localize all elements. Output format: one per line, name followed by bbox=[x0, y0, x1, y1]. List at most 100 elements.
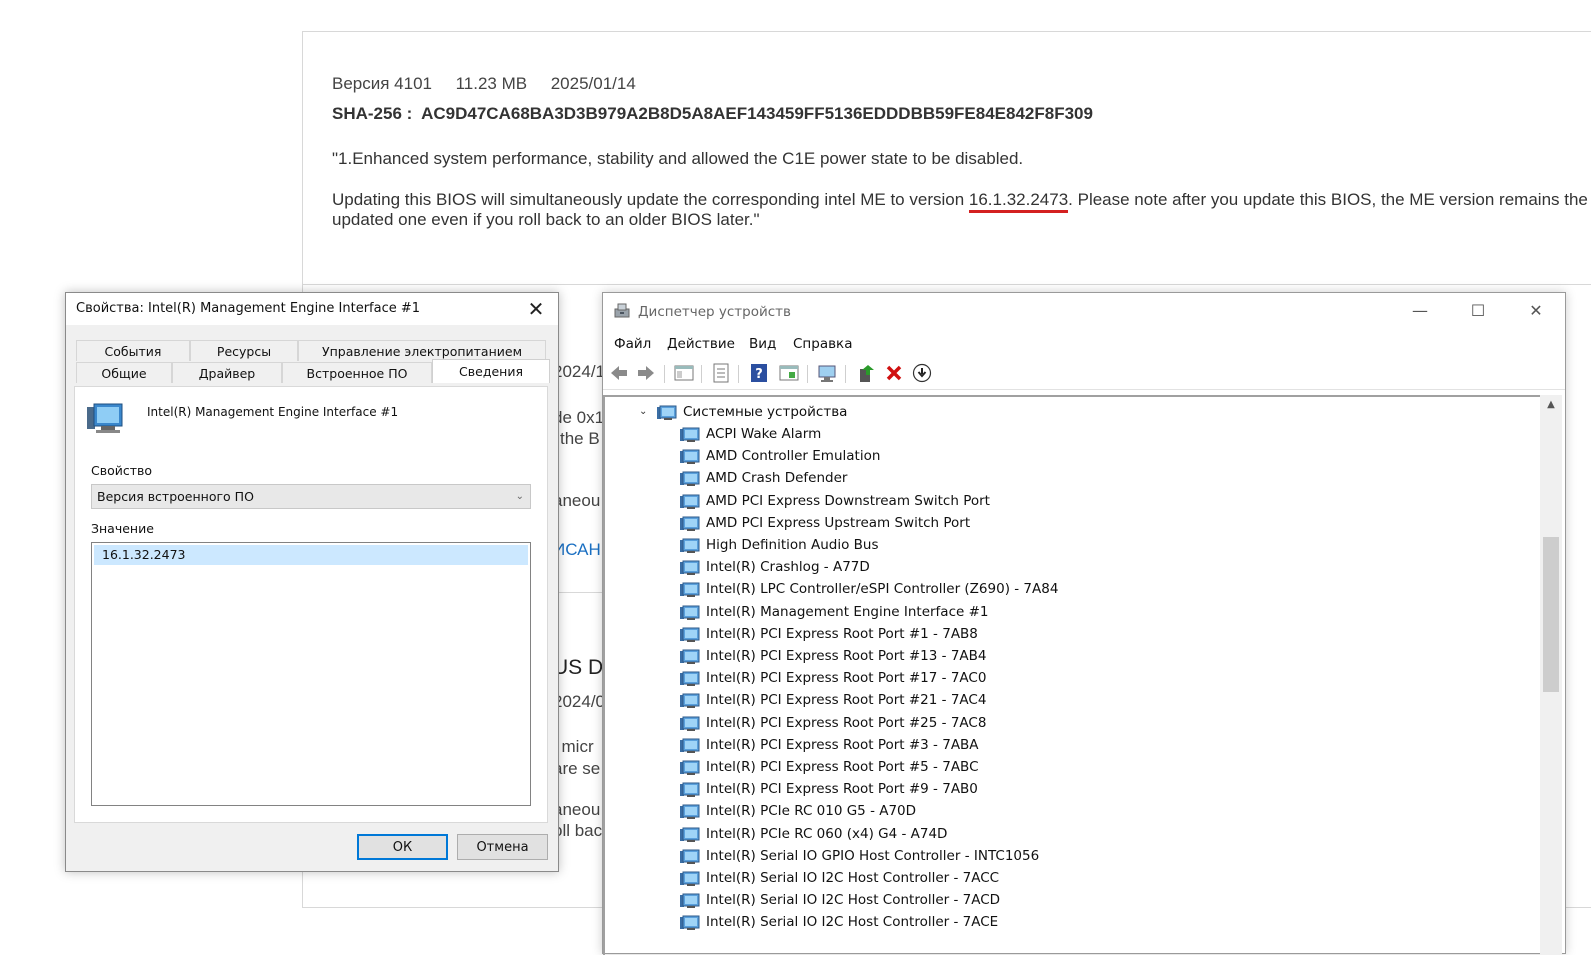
system-device-icon bbox=[680, 605, 700, 620]
system-device-icon bbox=[680, 671, 700, 687]
ok-button[interactable]: ОК bbox=[357, 834, 448, 860]
cancel-button[interactable]: Отмена bbox=[457, 834, 548, 860]
property-dropdown-value: Версия встроенного ПО bbox=[97, 489, 254, 504]
title-bar[interactable]: Свойства: Intel(R) Management Engine Int… bbox=[66, 293, 558, 325]
system-device-icon bbox=[680, 915, 700, 931]
device-label: Intel(R) PCI Express Root Port #5 - 7ABC bbox=[706, 759, 979, 775]
menu-file[interactable]: Файл bbox=[614, 336, 651, 352]
properties-dialog: Свойства: Intel(R) Management Engine Int… bbox=[65, 292, 559, 872]
partial-text: 2024/0 bbox=[553, 692, 605, 711]
scan-hardware-icon[interactable] bbox=[817, 363, 837, 383]
partial-link[interactable]: ИСАН bbox=[553, 540, 601, 560]
device-label: ACPI Wake Alarm bbox=[706, 426, 822, 442]
device-label: Intel(R) PCI Express Root Port #13 - 7AB… bbox=[706, 648, 987, 664]
menu-help[interactable]: Справка bbox=[793, 336, 852, 352]
chevron-down-icon[interactable]: ⌄ bbox=[639, 401, 647, 423]
tab-events[interactable]: События bbox=[76, 340, 190, 361]
dialog-title: Свойства: Intel(R) Management Engine Int… bbox=[76, 301, 421, 316]
value-list[interactable]: 16.1.32.2473 bbox=[91, 542, 531, 806]
device-name: Intel(R) Management Engine Interface #1 bbox=[147, 405, 399, 419]
toolbar-separator bbox=[701, 365, 702, 383]
partial-text: de 0x1 bbox=[553, 408, 605, 427]
window-title: Диспетчер устройств bbox=[638, 304, 792, 320]
show-hide-console-tree-icon[interactable] bbox=[674, 363, 694, 383]
system-device-icon bbox=[680, 471, 700, 487]
title-bar[interactable]: Диспетчер устройств — ☐ ✕ bbox=[603, 293, 1565, 329]
minimize-icon[interactable]: — bbox=[1391, 293, 1449, 329]
system-devices-icon bbox=[657, 405, 677, 420]
tab-general[interactable]: Общие bbox=[76, 362, 172, 383]
forward-arrow-icon[interactable] bbox=[636, 363, 656, 383]
property-label: Свойство bbox=[91, 463, 153, 478]
system-device-icon bbox=[680, 538, 700, 553]
system-device-icon bbox=[680, 760, 700, 775]
system-device-icon bbox=[680, 871, 700, 886]
toolbar-separator bbox=[845, 365, 846, 383]
system-device-icon bbox=[680, 693, 700, 709]
system-device-icon bbox=[680, 494, 700, 509]
maximize-icon[interactable]: ☐ bbox=[1449, 293, 1507, 329]
menu-view[interactable]: Вид bbox=[749, 336, 776, 352]
category-label: Системные устройства bbox=[683, 404, 848, 420]
system-device-icon bbox=[680, 516, 700, 531]
tab-firmware[interactable]: Встроенное ПО bbox=[282, 362, 432, 383]
chevron-down-icon: ⌄ bbox=[515, 491, 524, 502]
device-label: Intel(R) Serial IO I2C Host Controller -… bbox=[706, 914, 999, 931]
close-icon[interactable]: ✕ bbox=[514, 293, 558, 325]
system-device-icon bbox=[680, 849, 700, 864]
property-dropdown[interactable]: Версия встроенного ПО ⌄ bbox=[91, 484, 531, 509]
partial-text: aneou bbox=[553, 800, 601, 819]
tab-details[interactable]: Сведения bbox=[432, 359, 550, 383]
scrollbar-thumb[interactable] bbox=[1543, 537, 1559, 692]
disable-device-icon[interactable] bbox=[912, 363, 932, 383]
device-label: AMD PCI Express Upstream Switch Port bbox=[706, 514, 971, 531]
partial-text: l micr bbox=[553, 737, 594, 756]
properties-icon[interactable] bbox=[711, 363, 731, 383]
system-device-icon bbox=[680, 782, 700, 798]
toolbar: ? bbox=[603, 357, 1565, 390]
device-label: Intel(R) PCI Express Root Port #17 - 7AC… bbox=[706, 670, 987, 687]
partial-text: the B bbox=[560, 429, 600, 448]
back-arrow-icon[interactable] bbox=[609, 363, 629, 383]
toolbar-separator bbox=[807, 365, 808, 383]
close-icon[interactable]: ✕ bbox=[1507, 293, 1565, 329]
device-label: AMD Crash Defender bbox=[706, 470, 848, 487]
toolbar-separator bbox=[738, 365, 739, 383]
device-tree: ⌄ Системные устройства ACPI Wake Alarm AM… bbox=[603, 395, 1540, 955]
device-label: Intel(R) PCI Express Root Port #3 - 7ABA bbox=[706, 736, 979, 753]
menu-action[interactable]: Действие bbox=[667, 336, 735, 352]
device-label: AMD PCI Express Downstream Switch Port bbox=[706, 492, 990, 509]
system-device-icon bbox=[680, 560, 700, 576]
system-device-icon bbox=[680, 893, 700, 909]
tab-resources[interactable]: Ресурсы bbox=[190, 340, 298, 361]
uninstall-device-icon[interactable] bbox=[884, 363, 904, 383]
device-manager-icon bbox=[614, 303, 630, 318]
device-label: Intel(R) PCIe RC 010 G5 - A70D bbox=[706, 803, 917, 820]
bios-version-line: Версия 4101 11.23 MB 2025/01/14 bbox=[332, 74, 636, 93]
partial-text: aneou bbox=[553, 491, 601, 510]
show-view-icon[interactable] bbox=[779, 363, 799, 383]
tab-row-bottom: Общие Драйвер Встроенное ПО Сведения bbox=[76, 359, 550, 383]
device-label: Intel(R) PCI Express Root Port #21 - 7AC… bbox=[706, 692, 987, 709]
system-device-icon bbox=[680, 449, 700, 465]
bios-description-line1: "1.Enhanced system performance, stabilit… bbox=[332, 149, 1024, 168]
partial-text: are se bbox=[553, 759, 601, 778]
help-icon[interactable]: ? bbox=[749, 363, 769, 383]
device-label: Intel(R) PCI Express Root Port #9 - 7AB0 bbox=[706, 781, 978, 798]
value-label: Значение bbox=[91, 521, 154, 536]
system-device-icon bbox=[680, 427, 700, 442]
tab-power-management[interactable]: Управление электропитанием bbox=[298, 340, 546, 361]
device-icon bbox=[87, 403, 123, 433]
me-version-highlight: 16.1.32.2473 bbox=[968, 190, 1069, 213]
scroll-up-icon[interactable]: ▲ bbox=[1540, 399, 1562, 410]
vertical-scrollbar[interactable]: ▲ bbox=[1540, 395, 1562, 955]
card-divider bbox=[303, 284, 1591, 285]
system-device-icon bbox=[680, 738, 700, 753]
update-driver-icon[interactable] bbox=[856, 363, 876, 383]
value-row-selected[interactable]: 16.1.32.2473 bbox=[94, 545, 528, 565]
system-device-icon bbox=[680, 827, 700, 842]
partial-text: 2024/1 bbox=[553, 362, 605, 381]
device-label: Intel(R) Crashlog - A77D bbox=[706, 559, 870, 576]
system-device-icon bbox=[680, 582, 700, 598]
tab-driver[interactable]: Драйвер bbox=[172, 362, 282, 383]
